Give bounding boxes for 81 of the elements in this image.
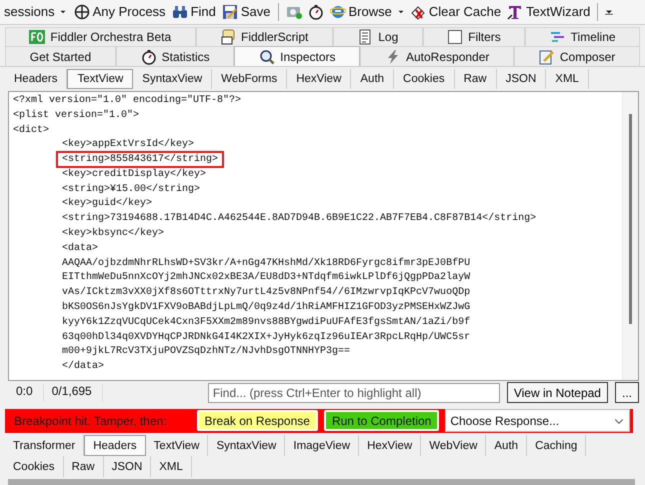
code-line: <data> xyxy=(62,242,98,256)
tab[interactable]: Get Started xyxy=(5,46,116,66)
scrollbar[interactable] xyxy=(622,92,638,380)
tab[interactable]: Caching xyxy=(527,435,586,456)
floppy-icon xyxy=(222,4,238,20)
find-field[interactable]: Find... (press Ctrl+Enter to highlight all) xyxy=(208,382,500,403)
tab[interactable]: Raw xyxy=(64,456,104,478)
tab[interactable]: Inspectors xyxy=(234,46,360,66)
tab[interactable]: WebView xyxy=(421,435,486,456)
stopwatch-icon xyxy=(308,4,324,20)
code-line: <key>kbsync</key> xyxy=(62,227,164,242)
code-line: bKS0OS6nJsYgkDV1FXV9oBABdjLpLmQ/0q9z4d/1hRiAMFHIZ1GFOD3yzPMSEHxWZJwG xyxy=(62,301,470,316)
code-line: <string>73194688.17B14D4C.A462544E.8AD7D94B.6B9E1C22.AB7F7EB4.C8F87B14</string> xyxy=(62,212,536,226)
tab[interactable]: SyntaxView xyxy=(208,435,286,456)
tab[interactable]: WebForms xyxy=(212,68,288,89)
code-line: vAs/ICktzm3vXX0jXf8s6OTttrxNy7urtL4z5v8NPnf54//6IMzwrvpIqKPcV7wuoQDp xyxy=(62,286,470,300)
tab[interactable]: TextView xyxy=(146,435,208,456)
tab[interactable]: Log xyxy=(332,26,423,46)
tab[interactable]: TextView xyxy=(67,68,134,89)
code-line: <?xml version="1.0" encoding="UTF-8"?> xyxy=(13,94,242,108)
breakpoint-message: Breakpoint hit. Tamper, then: xyxy=(14,414,167,428)
tab[interactable]: Cookies xyxy=(5,456,64,478)
toolbar-button[interactable]: TextWizard xyxy=(505,4,592,20)
view-in-notepad-button[interactable]: View in Notepad xyxy=(506,382,608,404)
tab[interactable]: HexView xyxy=(287,68,352,89)
binoculars-icon xyxy=(172,4,188,20)
tab[interactable]: Filters xyxy=(422,26,526,46)
code-line: <string>¥15.00</string> xyxy=(62,182,200,197)
tab[interactable]: XML xyxy=(151,456,192,478)
crosshair-icon xyxy=(74,4,90,20)
toolbar-button[interactable]: Save xyxy=(220,4,272,20)
tab[interactable]: HexView xyxy=(359,435,422,456)
tab[interactable]: ImageView xyxy=(285,435,360,456)
code-line: <key>guid</key> xyxy=(62,197,152,212)
fo-logo-icon xyxy=(29,28,46,45)
more-button[interactable]: ... xyxy=(614,382,639,404)
code-line: m00+9jkL7RcV3TXjuPOVZSqDzhNTz/NJvhDsgOTNNHYP3g== xyxy=(62,345,350,360)
code-line: <plist version="1.0"> xyxy=(13,108,140,123)
tab[interactable]: Composer xyxy=(514,46,640,66)
tab[interactable]: Cookies xyxy=(394,68,455,89)
tab[interactable]: AutoResponder xyxy=(360,46,514,66)
tab[interactable]: Raw xyxy=(454,68,497,89)
magnifier-icon xyxy=(259,48,276,65)
break-on-response-button[interactable]: Break on Response xyxy=(196,410,318,432)
choose-response-dropdown[interactable]: Choose Response... xyxy=(445,409,630,432)
letter-t-icon xyxy=(507,4,524,20)
stopwatch-icon xyxy=(140,48,157,65)
tab[interactable]: Timeline xyxy=(525,26,640,46)
document-icon xyxy=(357,28,374,45)
tab[interactable]: Fiddler Orchestra Beta xyxy=(5,26,196,46)
sessions-dropdown[interactable]: sessions xyxy=(2,4,70,20)
code-line: <key>creditDisplay</key> xyxy=(62,168,206,182)
tab[interactable]: Headers xyxy=(84,435,146,456)
code-line: 63q00hDl34q0XVDYHqCPJRDNkG4I4K2XIX+JyHyk6zqIz96uIEAr3RpcLRqHp/UWC5sr xyxy=(62,330,470,345)
pencil-paper-icon xyxy=(538,48,555,65)
code-line: <key>appExtVrsId</key> xyxy=(62,138,194,152)
highlighted-code-line: <string>855843617</string> xyxy=(58,153,222,166)
cursor-position: 0:0 xyxy=(8,384,44,402)
eraser-cross-icon xyxy=(410,4,426,20)
character-count: 0/1,695 xyxy=(44,384,103,402)
toolbar-button[interactable]: Browse xyxy=(328,4,394,20)
code-line: </data> xyxy=(62,360,104,374)
tab[interactable]: Auth xyxy=(351,68,394,89)
lightning-icon xyxy=(385,48,401,65)
tab[interactable]: JSON xyxy=(104,456,152,478)
code-line: kyyY6k1ZzqVUCqUCek4Cxn3F5XXm2m89nvs88BYgwdiPuUFAfE3fgsSmtAN/1aZi/b9f xyxy=(62,316,470,330)
tab[interactable]: Statistics xyxy=(116,46,234,66)
toolbar-button[interactable]: Any Process xyxy=(72,4,168,20)
code-line: AAQAA/ojbzdmNhrRLhsWD+SV3kr/A+nGg47KHshMd/Xk18RD6Fyrgc8ifmr3pEJ0BfPU xyxy=(62,256,470,271)
code-line: EITthmWeDu5nnXcOYj2mhJNCx02xBE3A/EU8dD3+NTdqfm6iwkLPlDf6jQgpPDa2layW xyxy=(62,271,470,286)
tab[interactable]: SyntaxView xyxy=(133,68,212,89)
tab[interactable]: Auth xyxy=(486,435,528,456)
tab[interactable]: XML xyxy=(546,68,589,89)
toolbar-button[interactable]: Find xyxy=(170,4,218,20)
checkbox-icon xyxy=(447,28,464,45)
scroll-icon xyxy=(220,28,236,45)
toolbar-button[interactable]: Clear Cache xyxy=(408,4,504,20)
tab[interactable]: FiddlerScript xyxy=(196,26,333,46)
run-to-completion-button[interactable]: Run to Completion xyxy=(324,410,440,432)
tab[interactable]: JSON xyxy=(496,68,546,89)
code-line: <dict> xyxy=(13,124,50,138)
